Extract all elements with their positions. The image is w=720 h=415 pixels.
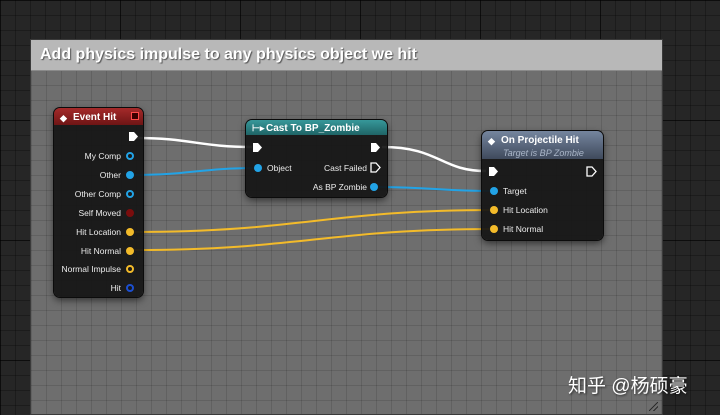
pin-hit-normal-dot[interactable] bbox=[490, 225, 498, 233]
event-hit-node[interactable]: ◆ Event Hit My Comp Other Other Comp Sel… bbox=[54, 108, 143, 297]
pin-self-moved-dot[interactable] bbox=[126, 209, 134, 217]
pin-hit-location-dot[interactable] bbox=[126, 228, 134, 236]
event-hit-title: Event Hit bbox=[73, 112, 117, 123]
event-hit-header[interactable]: ◆ Event Hit bbox=[54, 108, 143, 125]
pin-hit-normal-dot[interactable] bbox=[126, 247, 134, 255]
red-square-icon[interactable] bbox=[131, 112, 139, 120]
cast-to-bp-zombie-node[interactable]: ⊢▸ Cast To BP_Zombie Object Cast Failed … bbox=[246, 120, 387, 197]
pin-my-comp: My Comp bbox=[84, 151, 121, 161]
pin-hit-normal: Hit Normal bbox=[503, 224, 544, 234]
cast-header[interactable]: ⊢▸ Cast To BP_Zombie bbox=[246, 120, 387, 135]
pin-hit-normal: Hit Normal bbox=[80, 246, 121, 256]
exec-cast-failed-pin[interactable] bbox=[370, 162, 381, 173]
pin-object-dot[interactable] bbox=[254, 164, 262, 172]
on-projectile-hit-subtitle: Target is BP Zombie bbox=[503, 148, 584, 158]
pin-self-moved: Self Moved bbox=[78, 208, 121, 218]
pin-hit-location: Hit Location bbox=[503, 205, 548, 215]
pin-target-dot[interactable] bbox=[490, 187, 498, 195]
pin-other: Other bbox=[99, 170, 121, 180]
on-projectile-hit-header[interactable]: ◆ On Projectile Hit Target is BP Zombie bbox=[482, 131, 603, 159]
pin-hit-location: Hit Location bbox=[76, 227, 121, 237]
pin-hit-location-dot[interactable] bbox=[490, 206, 498, 214]
watermark: 知乎 @杨硕豪 bbox=[568, 376, 688, 397]
exec-in-pin[interactable] bbox=[252, 142, 263, 153]
pin-other-dot[interactable] bbox=[126, 171, 134, 179]
exec-out-pin[interactable] bbox=[586, 166, 597, 177]
diamond-event-icon: ◆ bbox=[60, 113, 67, 123]
pin-as-bp-zombie-dot[interactable] bbox=[370, 183, 378, 191]
function-diamond-icon: ◆ bbox=[488, 136, 495, 146]
exec-in-pin[interactable] bbox=[488, 166, 499, 177]
pin-hit-dot[interactable] bbox=[126, 284, 134, 292]
pin-normal-impulse: Normal Impulse bbox=[61, 264, 121, 274]
on-projectile-hit-node[interactable]: ◆ On Projectile Hit Target is BP Zombie … bbox=[482, 131, 603, 240]
cast-arrow-icon: ⊢▸ bbox=[252, 123, 265, 133]
pin-my-comp-dot[interactable] bbox=[126, 152, 134, 160]
cast-title: Cast To BP_Zombie bbox=[266, 123, 360, 134]
pin-hit: Hit bbox=[110, 283, 121, 293]
pin-as-bp-zombie: As BP Zombie bbox=[312, 182, 367, 192]
pin-cast-failed: Cast Failed bbox=[324, 163, 367, 173]
on-projectile-hit-title: On Projectile Hit bbox=[501, 135, 579, 146]
pin-target: Target bbox=[503, 186, 527, 196]
pin-normal-impulse-dot[interactable] bbox=[126, 265, 134, 273]
pin-object: Object bbox=[267, 163, 292, 173]
pin-other-comp-dot[interactable] bbox=[126, 190, 134, 198]
exec-out-pin[interactable] bbox=[128, 131, 139, 142]
exec-out-pin[interactable] bbox=[370, 142, 381, 153]
pin-other-comp: Other Comp bbox=[74, 189, 121, 199]
